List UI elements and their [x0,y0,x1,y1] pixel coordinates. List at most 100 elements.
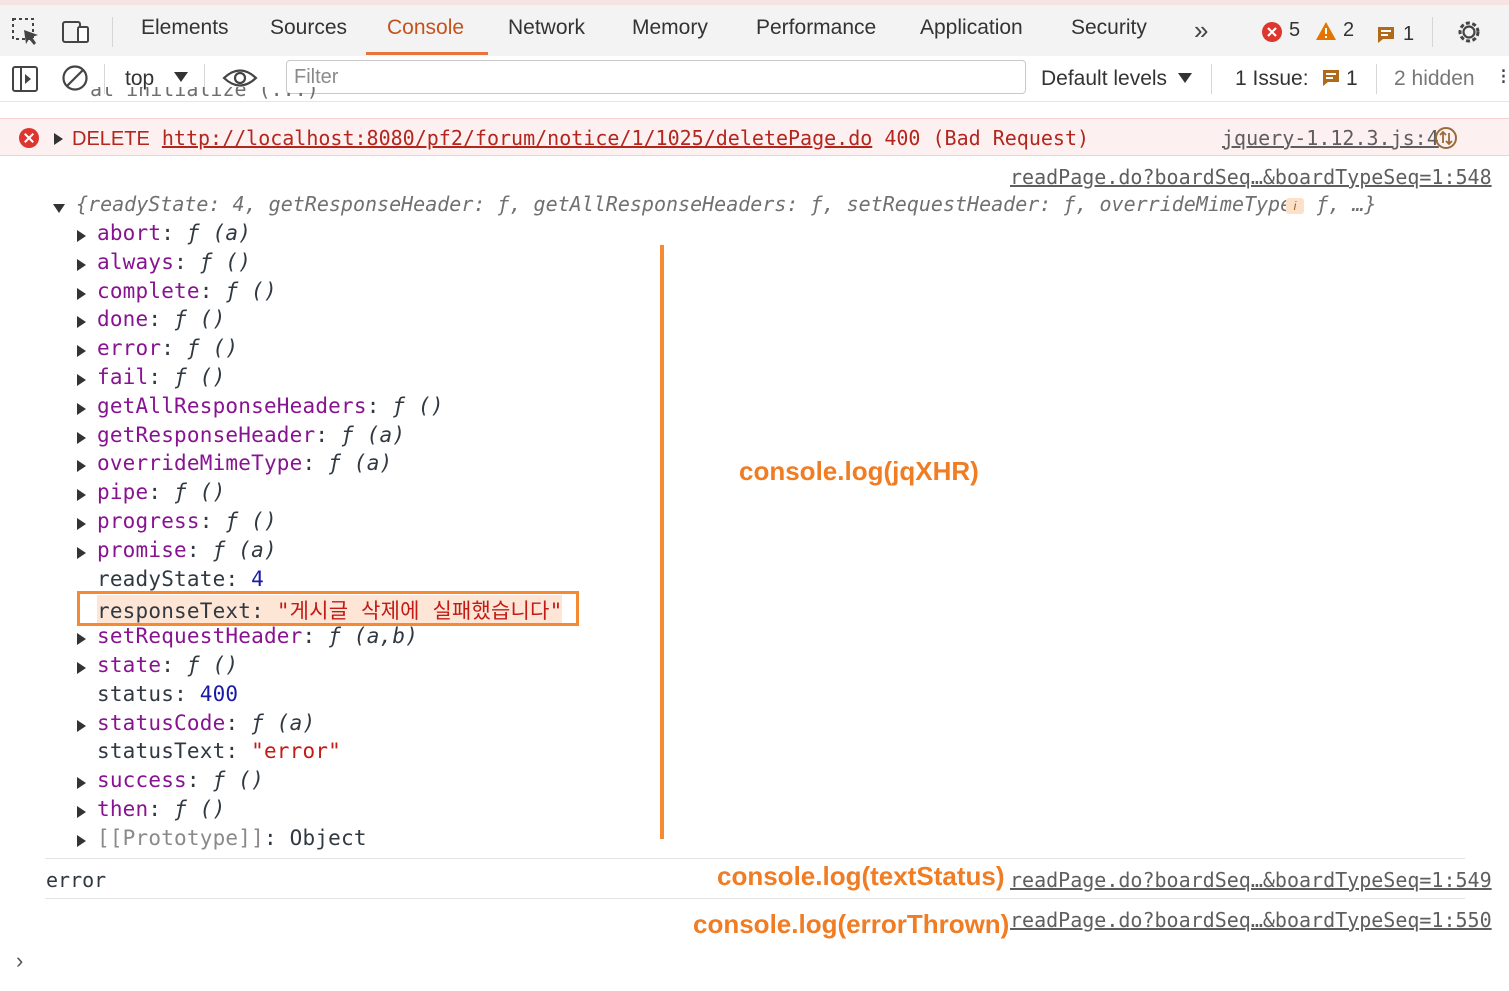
filter-input[interactable] [286,60,1026,94]
log-source-link-549[interactable]: readPage.do?boardSeq…&boardTypeSeq=1:549 [1010,868,1492,892]
object-property-row[interactable]: error: ƒ () [97,336,238,360]
expand-property-icon[interactable] [77,258,86,276]
expand-property-icon[interactable] [77,315,86,333]
object-property-row[interactable]: promise: ƒ (a) [97,538,277,562]
object-property-row[interactable]: fail: ƒ () [97,365,225,389]
tab-application[interactable]: Application [920,16,1023,40]
object-property-row[interactable]: then: ƒ () [97,797,225,821]
warning-count[interactable]: 2 [1343,19,1354,42]
annotation-textstatus: console.log(textStatus) [717,861,1005,891]
object-property-row[interactable]: progress: ƒ () [97,509,277,533]
object-property-row[interactable]: done: ƒ () [97,307,225,331]
expand-property-icon[interactable] [77,776,86,794]
expand-property-icon[interactable] [77,661,86,679]
expand-property-icon[interactable] [77,344,86,362]
object-property-row[interactable]: overrideMimeType: ƒ (a) [97,451,392,475]
object-property-row[interactable]: setRequestHeader: ƒ (a,b) [97,624,418,648]
settings-gear-icon[interactable] [1454,17,1484,52]
log-source-link-550[interactable]: readPage.do?boardSeq…&boardTypeSeq=1:550 [1010,908,1492,932]
expand-property-icon[interactable] [77,431,86,449]
collapse-object-icon[interactable] [53,200,65,218]
object-summary[interactable]: {readyState: 4, getResponseHeader: ƒ, ge… [76,192,1376,216]
info-count-icon[interactable] [1376,25,1396,50]
expand-property-icon[interactable] [77,632,86,650]
property-key: then [97,797,149,821]
property-value: Object [289,826,367,850]
inspect-element-icon[interactable] [9,15,43,49]
sidebar-toggle-icon[interactable] [11,65,39,98]
expand-property-icon[interactable] [77,719,86,737]
tab-console[interactable]: Console [387,16,464,40]
expand-property-icon[interactable] [77,517,86,535]
tab-network[interactable]: Network [508,16,585,40]
expand-property-icon[interactable] [77,805,86,823]
annotation-errorthrown: console.log(errorThrown) [693,909,1010,939]
error-text: DELETE http://localhost:8080/pf2/forum/n… [72,126,1090,150]
property-key: promise [97,538,187,562]
object-property-row[interactable]: statusText: "error" [97,739,341,763]
settings-overflow-icon[interactable]: ⁝ [1500,64,1507,90]
object-property-row[interactable]: statusCode: ƒ (a) [97,711,315,735]
object-property-row[interactable]: getAllResponseHeaders: ƒ () [97,394,444,418]
info-count[interactable]: 1 [1403,23,1414,46]
property-key: complete [97,279,200,303]
error-count-icon[interactable] [1262,22,1282,42]
device-toolbar-icon[interactable] [58,15,92,49]
issue-icon[interactable] [1321,68,1341,93]
more-tabs-icon[interactable]: » [1194,15,1208,46]
property-value: "error" [251,739,342,763]
property-value: ƒ () [174,307,226,331]
request-url-link[interactable]: http://localhost:8080/pf2/forum/notice/1… [162,126,872,150]
property-key: done [97,307,149,331]
log-source-link-548[interactable]: readPage.do?boardSeq…&boardTypeSeq=1:548 [1010,165,1492,189]
property-value: ƒ () [186,336,239,360]
property-value: ƒ () [186,653,239,677]
object-property-row[interactable]: always: ƒ () [97,250,251,274]
info-badge-icon[interactable]: i [1286,198,1304,214]
property-value: 400 [199,682,239,706]
row-divider [45,858,1465,859]
error-icon [19,128,39,148]
issues-label[interactable]: 1 Issue: [1235,67,1309,91]
object-property-row[interactable]: state: ƒ () [97,653,238,677]
expand-property-icon[interactable] [77,402,86,420]
error-count[interactable]: 5 [1289,19,1300,42]
expand-property-icon[interactable] [77,459,86,477]
property-key: getResponseHeader [97,423,316,447]
warning-count-icon[interactable] [1315,21,1337,46]
object-property-row[interactable]: getResponseHeader: ƒ (a) [97,423,405,447]
tab-security[interactable]: Security [1071,16,1147,40]
object-property-row[interactable]: success: ƒ () [97,768,264,792]
expand-property-icon[interactable] [77,373,86,391]
property-value: ƒ () [392,394,444,418]
property-key: statusCode [97,711,226,735]
object-property-row[interactable]: complete: ƒ () [97,279,277,303]
object-property-row[interactable]: pipe: ƒ () [97,480,225,504]
tab-sources[interactable]: Sources [270,16,347,40]
levels-dropdown-icon[interactable] [1178,70,1192,88]
tab-performance[interactable]: Performance [756,16,876,40]
object-property-row[interactable]: abort: ƒ (a) [97,221,251,245]
log-levels-selector[interactable]: Default levels [1041,67,1167,91]
network-request-icon[interactable] [1434,126,1458,155]
object-property-row[interactable]: [[Prototype]]: Object [97,826,367,850]
tab-elements[interactable]: Elements [141,16,229,40]
object-property-row[interactable]: status: 400 [97,682,238,706]
expand-property-icon[interactable] [77,287,86,305]
clear-console-icon[interactable] [61,64,89,97]
property-value: ƒ () [199,250,252,274]
object-property-row[interactable]: readyState: 4 [97,567,264,591]
expand-property-icon[interactable] [77,488,86,506]
console-prompt[interactable]: › [16,948,23,974]
expand-property-icon[interactable] [77,229,86,247]
network-error-message[interactable]: DELETE http://localhost:8080/pf2/forum/n… [0,118,1509,156]
expand-error-icon[interactable] [54,132,63,150]
context-dropdown-icon[interactable] [174,69,188,87]
truncated-stack-line: at initialize (...) [90,87,319,101]
error-source-link[interactable]: jquery-1.12.3.js:4 [1222,126,1439,150]
expand-property-icon[interactable] [77,546,86,564]
issues-count[interactable]: 1 [1346,67,1358,91]
property-key: state [97,653,162,677]
tab-memory[interactable]: Memory [632,16,708,40]
expand-property-icon[interactable] [77,834,86,852]
